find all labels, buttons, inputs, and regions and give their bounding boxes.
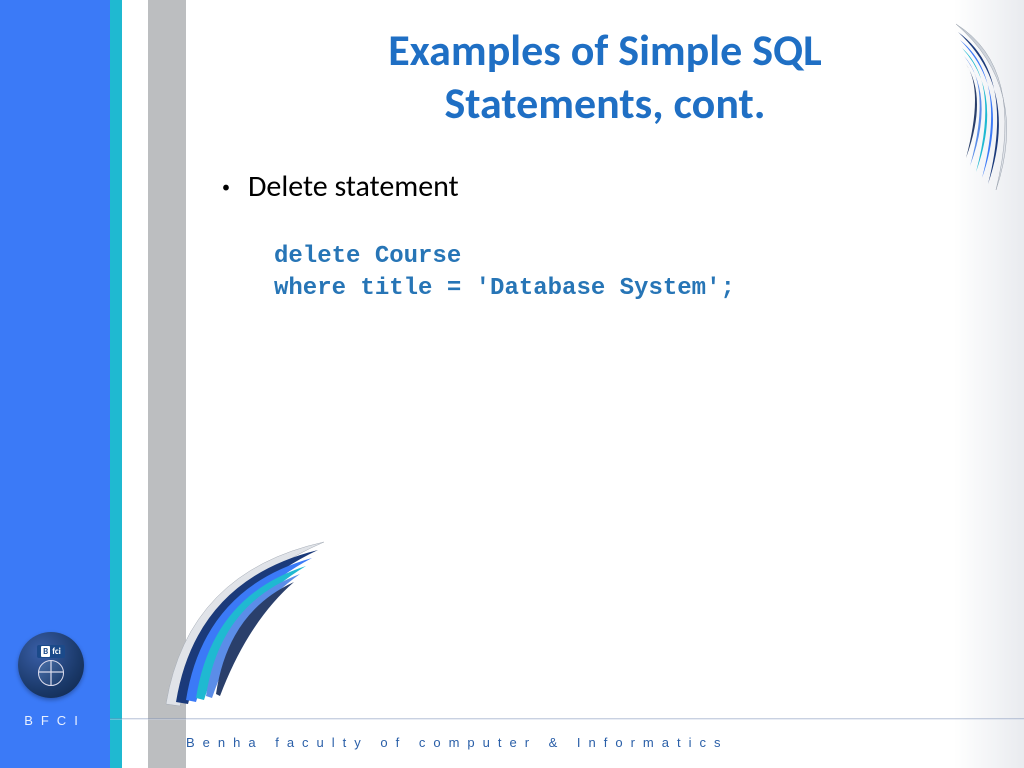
grey-accent-stripe <box>148 0 186 768</box>
title-line-2: Statements, cont. <box>444 76 765 130</box>
teal-accent-stripe <box>110 0 122 768</box>
title-line-1: Examples of Simple SQL <box>388 23 822 77</box>
bullet-text: Delete statement <box>248 168 459 205</box>
logo-text: B fci <box>37 645 65 658</box>
slide-title: Examples of Simple SQL Statements, cont. <box>186 24 1024 130</box>
bullet-list: • Delete statement delete Course where t… <box>222 168 1024 306</box>
sql-code-block: delete Course where title = 'Database Sy… <box>274 241 1024 306</box>
bfci-logo-icon: B fci <box>18 632 84 698</box>
list-item: • Delete statement <box>222 168 1024 205</box>
footer-divider <box>110 718 1024 720</box>
slide-content: Examples of Simple SQL Statements, cont.… <box>186 0 1024 768</box>
bullet-icon: • <box>222 180 230 196</box>
sidebar-acronym: BFCI <box>0 713 110 728</box>
globe-icon <box>38 660 64 686</box>
footer-text: Benha faculty of computer & Informatics <box>186 735 729 750</box>
